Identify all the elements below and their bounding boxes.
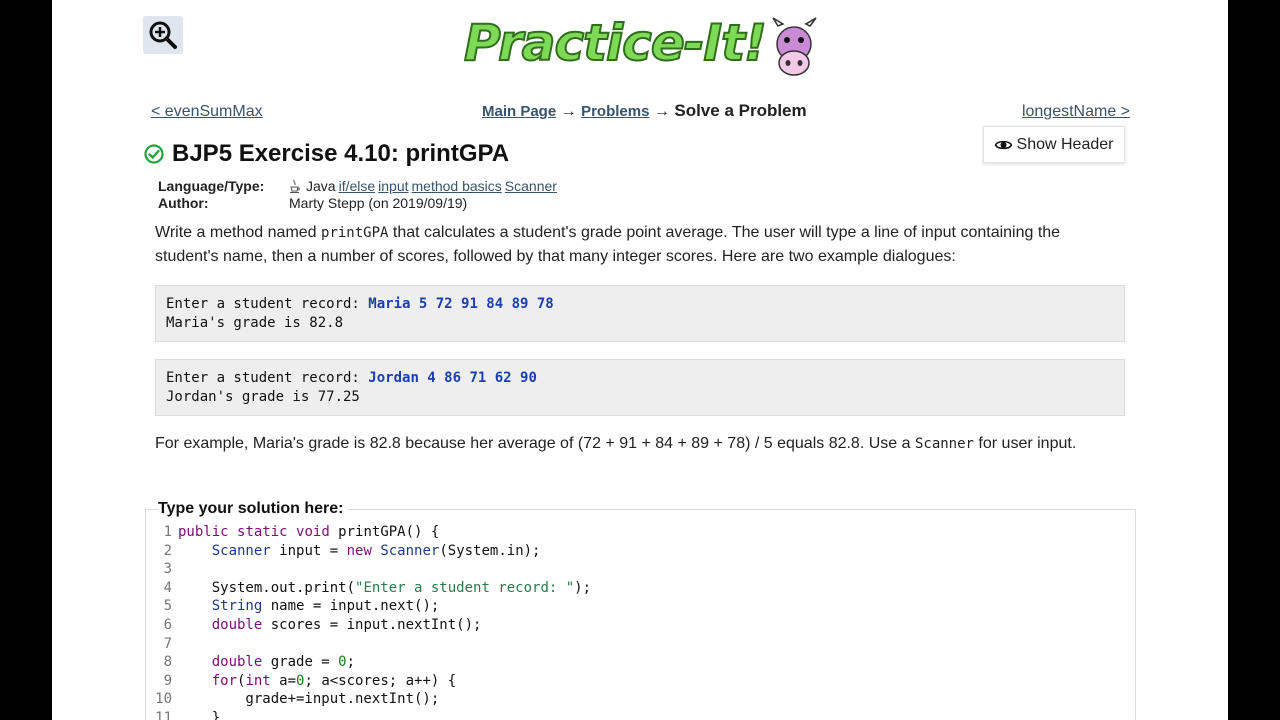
dialog-prompt: Enter a student record:	[166, 296, 369, 312]
prev-problem-link[interactable]: < evenSumMax	[151, 103, 263, 121]
line-number: 2	[163, 542, 172, 559]
zoom-button[interactable]	[143, 16, 183, 54]
line-number: 4	[163, 579, 172, 596]
show-header-button[interactable]: Show Header	[983, 126, 1125, 163]
line-number: 10	[155, 691, 172, 708]
dialog-output: Jordan's grade is 77.25	[166, 389, 360, 405]
breadcrumb-arrow: →	[653, 103, 670, 120]
code-line[interactable]: 4 System.out.print("Enter a student reco…	[146, 579, 1134, 598]
example-explanation: For example, Maria's grade is 82.8 becau…	[155, 435, 1076, 453]
code-text: System.out.print("Enter a student record…	[178, 579, 592, 596]
code-text: double scores = input.nextInt();	[211, 616, 482, 633]
code-text: for(int a=0; a<scores; a++) {	[211, 672, 457, 689]
method-name-code: printGPA	[321, 225, 389, 241]
show-header-label: Show Header	[1016, 135, 1114, 153]
line-number: 7	[163, 635, 172, 652]
code-text: double grade = 0;	[211, 654, 356, 671]
breadcrumb-current: Solve a Problem	[674, 101, 807, 120]
code-text: Scanner input = new Scanner(System.in);	[211, 542, 541, 559]
breadcrumb-main-page-link[interactable]: Main Page	[482, 103, 556, 120]
tag-link-scanner[interactable]: Scanner	[505, 178, 557, 194]
example-dialog: Enter a student record: Jordan 4 86 71 6…	[155, 359, 1125, 416]
code-line[interactable]: 5 String name = input.next();	[146, 597, 1134, 616]
dialog-output: Maria's grade is 82.8	[166, 315, 344, 331]
language-value: Java	[306, 177, 336, 194]
practice-it-page: Practice-It! < evenSumMax Main Page → Pr…	[52, 0, 1228, 720]
java-cup-icon	[290, 179, 300, 193]
problem-title: BJP5 Exercise 4.10: printGPA	[144, 140, 509, 168]
breadcrumb-problems-link[interactable]: Problems	[581, 103, 649, 120]
solution-legend: Type your solution here:	[158, 500, 348, 518]
logo-text: Practice-It!	[463, 13, 768, 73]
code-line[interactable]: 3	[146, 560, 1134, 579]
tag-link-input[interactable]: input	[378, 178, 408, 194]
tag-link-if-else[interactable]: if/else	[339, 178, 376, 194]
code-text: }	[178, 709, 221, 720]
code-line[interactable]: 7	[146, 635, 1134, 654]
code-line[interactable]: 10 grade+=input.nextInt();	[146, 690, 1134, 709]
problem-description: Write a method named printGPA that calcu…	[155, 221, 1095, 269]
line-number: 5	[163, 598, 172, 615]
code-line[interactable]: 8 double grade = 0;	[146, 653, 1134, 672]
code-text: grade+=input.nextInt();	[178, 691, 440, 708]
breadcrumb: Main Page → Problems → Solve a Problem	[482, 101, 807, 121]
dialog-prompt: Enter a student record:	[166, 370, 369, 386]
scanner-code: Scanner	[914, 436, 974, 452]
dialog-user-input: Jordan 4 86 71 62 90	[368, 370, 537, 386]
code-line[interactable]: 6 double scores = input.nextInt();	[146, 616, 1134, 635]
line-number: 11	[155, 709, 172, 720]
code-text: String name = input.next();	[211, 598, 440, 615]
line-number: 9	[163, 672, 172, 689]
line-number: 6	[163, 616, 172, 633]
solved-check-icon	[144, 144, 164, 164]
example-text: For example, Maria's grade is 82.8 becau…	[155, 435, 915, 452]
language-label: Language/Type:	[158, 177, 265, 194]
line-number: 1	[163, 524, 172, 540]
breadcrumb-arrow: →	[560, 103, 577, 120]
code-text: public static void printGPA() {	[178, 524, 440, 540]
code-line[interactable]: 2 Scanner input = new Scanner(System.in)…	[146, 542, 1134, 561]
description-text: Write a method named	[155, 224, 322, 241]
code-line[interactable]: 11 }	[146, 709, 1134, 720]
next-problem-link[interactable]: longestName >	[1022, 103, 1130, 121]
code-editor[interactable]: 1 public static void printGPA() { 2 Scanne…	[146, 523, 1134, 720]
line-number: 8	[163, 654, 172, 671]
problem-meta: Language/Type: Java if/else input method…	[158, 177, 557, 211]
example-text: for user input.	[973, 435, 1077, 452]
tag-link-method-basics[interactable]: method basics	[412, 178, 502, 194]
practice-it-logo[interactable]: Practice-It!	[463, 8, 818, 78]
author-value: Marty Stepp (on 2019/09/19)	[289, 194, 468, 211]
line-number: 3	[163, 561, 172, 578]
eye-icon	[994, 140, 1012, 149]
code-line[interactable]: 1 public static void printGPA() {	[146, 523, 1134, 542]
code-line[interactable]: 9 for(int a=0; a<scores; a++) {	[146, 672, 1134, 691]
problem-title-text: BJP5 Exercise 4.10: printGPA	[172, 140, 510, 167]
author-label: Author:	[158, 194, 209, 211]
dialog-user-input: Maria 5 72 91 84 89 78	[368, 296, 554, 312]
example-dialog: Enter a student record: Maria 5 72 91 84…	[155, 285, 1125, 342]
cow-mascot-icon	[772, 17, 817, 76]
zoom-in-icon	[149, 21, 177, 49]
